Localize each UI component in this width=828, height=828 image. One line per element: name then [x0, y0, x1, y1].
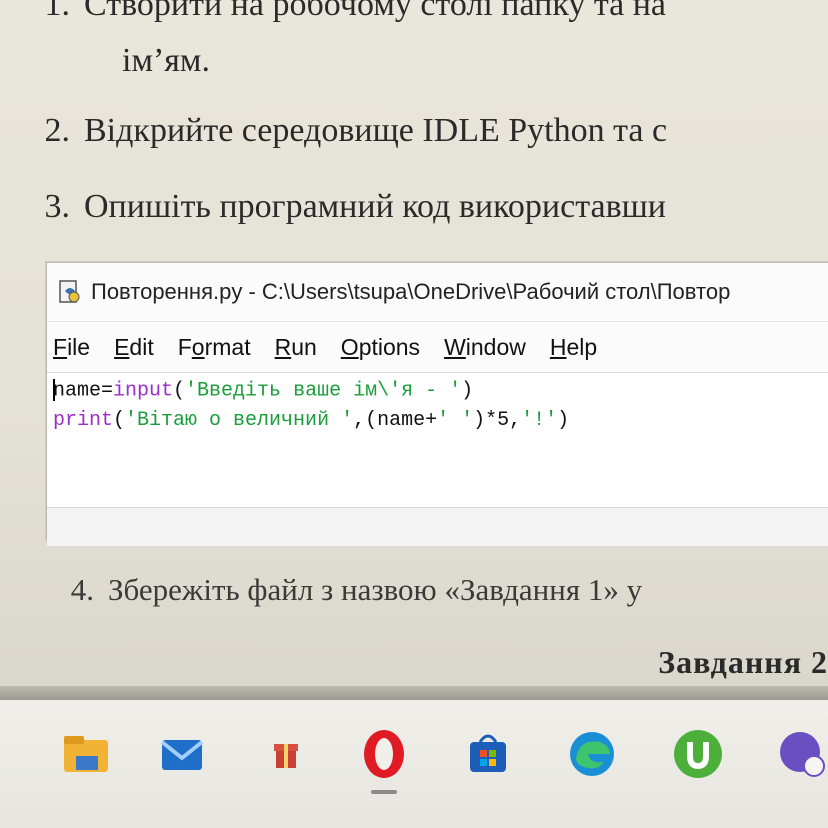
- document-page: 1. Створити на робочому столі папку та на…: [0, 0, 828, 690]
- menu-file-accel: F: [53, 333, 68, 360]
- menu-options[interactable]: Options: [341, 334, 420, 361]
- step-2-text: Відкрийте середовище IDLE Python та с: [84, 112, 668, 149]
- menu-file-label: ile: [67, 333, 91, 360]
- gift-icon[interactable]: [258, 726, 314, 782]
- file-explorer-icon[interactable]: [58, 726, 114, 782]
- menu-run-label: un: [291, 333, 317, 360]
- opera-active-indicator: [371, 790, 397, 794]
- menu-format-pre: F: [177, 333, 192, 360]
- code-token: input: [113, 379, 174, 403]
- step-3-text: Опишіть програмний код використавши: [84, 188, 667, 225]
- menu-help[interactable]: Help: [550, 334, 597, 361]
- window-title: Повторення.py - C:\Users\tsupa\OneDrive\…: [91, 279, 731, 304]
- menu-run-accel: R: [274, 333, 292, 360]
- menu-run[interactable]: Run: [275, 334, 317, 361]
- code-token: '!': [521, 409, 558, 432]
- menu-edit-label: dit: [129, 333, 154, 360]
- utorrent-icon[interactable]: [670, 726, 726, 782]
- idle-editor-window: Повторення.py - C:\Users\tsupa\OneDrive\…: [46, 262, 828, 546]
- step-4: 4. Збережіть файл з назвою «Завдання 1» у: [50, 572, 642, 608]
- python-file-icon: [57, 279, 83, 305]
- menu-window[interactable]: Window: [444, 334, 526, 361]
- menu-options-accel: O: [340, 333, 359, 360]
- step-3-number: 3.: [44, 188, 71, 225]
- step-4-text: Збережіть файл з назвою «Завдання 1» у: [108, 572, 643, 607]
- opera-icon[interactable]: [356, 726, 412, 782]
- code-line-1: name=input('Введіть ваше ім\'я - '): [53, 379, 828, 409]
- edge-icon[interactable]: [564, 726, 620, 782]
- code-editor[interactable]: name=input('Введіть ваше ім\'я - ') prin…: [47, 372, 828, 508]
- menu-edit[interactable]: Edit: [114, 334, 154, 361]
- code-token: ' ': [437, 409, 474, 432]
- window-titlebar[interactable]: Повторення.py - C:\Users\tsupa\OneDrive\…: [47, 263, 828, 322]
- menu-window-accel: W: [444, 333, 466, 360]
- code-token: )*5,: [473, 409, 522, 432]
- chat-icon[interactable]: [772, 726, 828, 782]
- code-token: ): [461, 379, 474, 403]
- code-token: ): [557, 409, 570, 432]
- code-token: 'Введіть ваше ім\'я - ': [185, 379, 462, 403]
- menu-format-accel: o: [191, 333, 205, 360]
- menu-bar: File Edit Format Run Options Window Help: [47, 322, 828, 372]
- step-1-continuation: ім’ям.: [122, 42, 210, 79]
- menu-help-accel: H: [549, 333, 567, 360]
- step-2-number: 2.: [44, 112, 71, 149]
- menu-file[interactable]: File: [53, 334, 90, 361]
- step-1-text: Створити на робочому столі папку та на: [84, 0, 667, 23]
- step-3: 3. Опишіть програмний код використавши: [26, 188, 667, 226]
- task-2-heading: Завдання 2: [658, 644, 828, 680]
- step-2: 2. Відкрийте середовище IDLE Python та с: [26, 112, 668, 150]
- step-4-number: 4.: [70, 572, 94, 607]
- code-token: (: [113, 409, 126, 432]
- code-line-2: print('Вітаю о величний ',(name+' ')*5,'…: [53, 409, 828, 439]
- menu-format[interactable]: Format: [178, 334, 251, 361]
- store-icon[interactable]: [460, 726, 516, 782]
- screen-divider: [0, 686, 828, 700]
- code-token: ,(name+: [353, 409, 438, 432]
- code-token: name=: [53, 379, 114, 403]
- menu-options-label: ptions: [358, 333, 421, 360]
- status-bar: [47, 508, 828, 546]
- code-token: print: [53, 409, 114, 432]
- menu-window-label: indow: [465, 333, 526, 360]
- menu-edit-accel: E: [114, 333, 130, 360]
- code-token: 'Вітаю о величний ': [125, 409, 354, 432]
- menu-help-label: elp: [566, 333, 598, 360]
- step-1: 1. Створити на робочому столі папку та на: [26, 0, 667, 24]
- mail-icon[interactable]: [154, 726, 210, 782]
- menu-format-label: rmat: [204, 333, 251, 360]
- code-token: (: [173, 379, 186, 403]
- step-1-number: 1.: [44, 0, 71, 23]
